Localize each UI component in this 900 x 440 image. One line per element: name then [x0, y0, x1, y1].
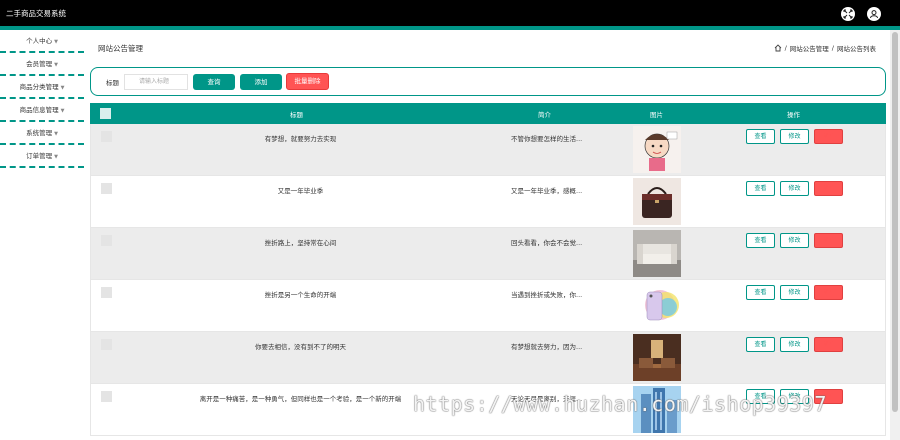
- row-image-cartoon: [633, 126, 681, 173]
- breadcrumb: / 网站公告管理 / 网站公告列表: [774, 43, 876, 53]
- breadcrumb-level1[interactable]: 网站公告管理: [790, 43, 829, 53]
- sidebar-item-personal-center[interactable]: 个人中心 ▼: [0, 30, 84, 53]
- header-image: 图片: [650, 111, 663, 119]
- scrollbar-thumb[interactable]: [892, 32, 898, 412]
- row-checkbox[interactable]: [101, 391, 112, 402]
- row-summary: 不管你想要怎样的生活...: [511, 135, 583, 143]
- table-row: 又是一年毕业季 又是一年毕业季，感概... 查看 修改 删除: [90, 176, 886, 228]
- sidebar-item-label: 个人中心: [26, 37, 53, 45]
- row-image-phone: [633, 282, 681, 329]
- fullscreen-icon[interactable]: [841, 7, 855, 21]
- query-button[interactable]: 查询: [193, 74, 235, 90]
- title-search-input[interactable]: 请输入标题: [124, 74, 188, 90]
- user-icon[interactable]: [867, 7, 881, 21]
- row-checkbox[interactable]: [101, 183, 112, 194]
- sidebar-item-product-management[interactable]: 商品信息管理 ▼: [0, 99, 84, 122]
- delete-button[interactable]: 删除: [814, 337, 843, 352]
- sidebar-item-category-management[interactable]: 商品分类管理 ▼: [0, 76, 84, 99]
- caret-down-icon: ▼: [54, 154, 58, 160]
- sidebar-item-label: 商品信息管理: [19, 106, 59, 114]
- row-title: 你要去相信，没有到不了的明天: [255, 343, 346, 351]
- sidebar-item-label: 商品分类管理: [19, 83, 59, 91]
- row-checkbox[interactable]: [101, 131, 112, 142]
- caret-down-icon: ▼: [60, 108, 65, 114]
- table-header: 标题 简介 图片 操作: [90, 103, 886, 124]
- row-image-sofa: [633, 230, 681, 277]
- edit-button[interactable]: 修改: [780, 337, 809, 352]
- table-row: 有梦想，就要努力去实现 不管你想要怎样的生活... 查看 修改 删除: [90, 124, 886, 176]
- edit-button[interactable]: 修改: [780, 181, 809, 196]
- search-bar: 标题 请输入标题 查询 添加 批量删除: [90, 67, 886, 96]
- select-all-checkbox[interactable]: [100, 108, 111, 119]
- table-row: 你要去相信，没有到不了的明天 有梦想就去努力，因为... 查看 修改 删除: [90, 332, 886, 384]
- row-image-room: [633, 334, 681, 381]
- breadcrumb-level2: 网站公告列表: [837, 45, 876, 53]
- delete-button[interactable]: 删除: [814, 129, 843, 144]
- view-button[interactable]: 查看: [746, 337, 775, 352]
- sidebar-item-system-management[interactable]: 系统管理 ▼: [0, 122, 84, 145]
- edit-button[interactable]: 修改: [780, 285, 809, 300]
- edit-button[interactable]: 修改: [780, 233, 809, 248]
- breadcrumb-separator: /: [784, 44, 787, 52]
- row-image-handbag: [633, 178, 681, 225]
- table-row: 挫折路上，坚持常在心间 回头看看，你会不会觉... 查看 修改 删除: [90, 228, 886, 280]
- row-summary: 有梦想就去努力，因为...: [511, 343, 583, 351]
- home-icon[interactable]: [774, 44, 782, 52]
- table-row: 挫折是另一个生命的开端 当遇到挫折或失败，你... 查看 修改 删除: [90, 280, 886, 332]
- main-content: 网站公告管理 / 网站公告管理 / 网站公告列表 标题 请输入标题 查询 添加 …: [84, 30, 890, 440]
- sidebar-item-member-management[interactable]: 会员管理 ▼: [0, 53, 84, 76]
- row-summary: 又是一年毕业季，感概...: [511, 187, 583, 195]
- sidebar-item-order-management[interactable]: 订单管理 ▼: [0, 145, 84, 168]
- delete-button[interactable]: 删除: [814, 233, 843, 248]
- add-button[interactable]: 添加: [240, 74, 282, 90]
- view-button[interactable]: 查看: [746, 233, 775, 248]
- delete-button[interactable]: 删除: [814, 181, 843, 196]
- edit-button[interactable]: 修改: [780, 129, 809, 144]
- row-title: 又是一年毕业季: [277, 187, 324, 195]
- view-button[interactable]: 查看: [746, 181, 775, 196]
- batch-delete-button[interactable]: 批量删除: [286, 73, 329, 90]
- row-summary: 当遇到挫折或失败，你...: [511, 291, 583, 299]
- notice-table: 标题 简介 图片 操作 有梦想，就要努力去实现 不管你想要怎样的生活... 查看…: [90, 103, 886, 436]
- header-summary: 简介: [538, 111, 551, 119]
- title-label: 标题: [106, 79, 119, 87]
- row-checkbox[interactable]: [101, 339, 112, 350]
- top-bar: 二手商品交易系统: [0, 0, 900, 26]
- view-button[interactable]: 查看: [746, 129, 775, 144]
- row-checkbox[interactable]: [101, 287, 112, 298]
- page-title: 网站公告管理: [98, 44, 143, 53]
- watermark-url: https://www.huzhan.com/ishop39397: [413, 392, 827, 416]
- caret-down-icon: ▼: [54, 39, 58, 45]
- caret-down-icon: ▼: [60, 85, 65, 91]
- breadcrumb-separator: /: [831, 44, 834, 52]
- caret-down-icon: ▼: [54, 62, 58, 68]
- row-title: 挫折路上，坚持常在心间: [264, 239, 337, 247]
- caret-down-icon: ▼: [54, 131, 58, 137]
- header-title: 标题: [290, 111, 303, 119]
- sidebar-item-label: 系统管理: [26, 129, 53, 137]
- view-button[interactable]: 查看: [746, 285, 775, 300]
- row-checkbox[interactable]: [101, 235, 112, 246]
- row-title: 有梦想，就要努力去实现: [264, 135, 337, 143]
- app-title: 二手商品交易系统: [6, 9, 66, 18]
- row-title: 挫折是另一个生命的开端: [264, 291, 337, 299]
- delete-button[interactable]: 删除: [814, 285, 843, 300]
- page-scrollbar[interactable]: [890, 30, 900, 440]
- sidebar: 个人中心 ▼ 会员管理 ▼ 商品分类管理 ▼ 商品信息管理 ▼ 系统管理 ▼ 订单管理 ▼: [0, 30, 84, 440]
- sidebar-item-label: 会员管理: [26, 60, 53, 68]
- row-summary: 回头看看，你会不会觉...: [511, 239, 583, 247]
- sidebar-item-label: 订单管理: [26, 152, 53, 160]
- header-actions: 操作: [787, 111, 800, 119]
